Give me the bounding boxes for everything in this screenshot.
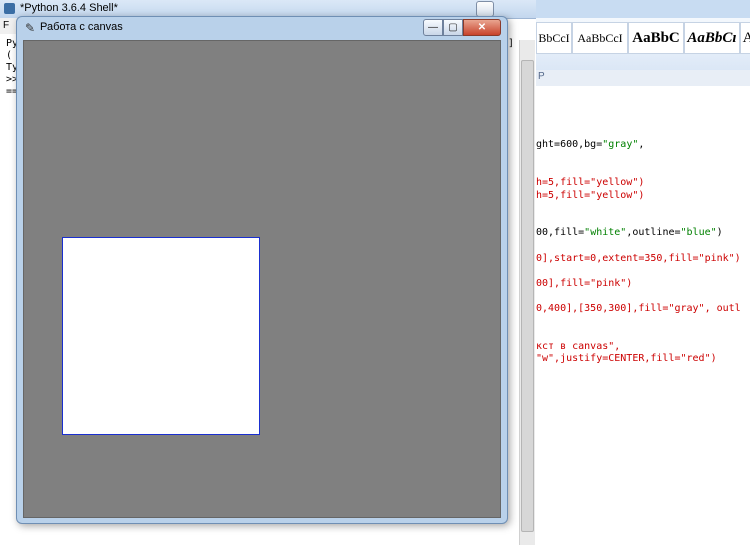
code-line: 0],start=0,extent=350,fill="pink") xyxy=(536,253,741,265)
code-line: 00],fill="pink") xyxy=(536,278,632,290)
shell-menu-initial: F xyxy=(3,20,10,31)
maximize-icon: ▢ xyxy=(448,22,458,33)
shell-maximize-button[interactable] xyxy=(476,1,494,17)
code-line: 0,400],[350,300],fill="gray", outl xyxy=(536,303,741,315)
style-item-label: A xyxy=(743,30,750,47)
style-item-label: BbCcI xyxy=(538,30,570,45)
code-token: "gray" xyxy=(602,139,639,150)
document-page[interactable] xyxy=(536,86,750,548)
style-item-1[interactable]: BbCcI xyxy=(536,22,572,54)
canvas-window-title: Работа с canvas xyxy=(40,21,123,33)
code-line: h=5,fill="yellow") xyxy=(536,190,644,202)
style-item-3[interactable]: AaBbC xyxy=(628,22,684,54)
canvas-window-title-bar[interactable]: ✎ Работа с canvas — ▢ ✕ xyxy=(17,17,507,39)
python-icon xyxy=(4,3,15,14)
shell-bracket: ] xyxy=(508,38,515,49)
ruler: P xyxy=(536,70,750,87)
style-item-label: AaBbCı xyxy=(687,29,737,46)
code-token: 0],start=0,extent=350,fill="pink") xyxy=(536,253,741,264)
code-line: h=5,fill="yellow") xyxy=(536,177,644,189)
code-token: кст в canvas", xyxy=(536,341,621,352)
style-item-2[interactable]: AaBbCcI xyxy=(572,22,628,54)
code-token: 00],fill="pink") xyxy=(536,278,633,289)
close-icon: ✕ xyxy=(477,22,487,33)
ruler-mark: P xyxy=(538,71,545,82)
style-item-4[interactable]: AaBbCı xyxy=(684,22,740,54)
code-token: ,outline= xyxy=(626,227,681,238)
canvas[interactable] xyxy=(23,40,501,518)
code-token: ) xyxy=(716,227,723,238)
code-line: ght=600,bg="gray", xyxy=(536,139,644,151)
code-token: "blue" xyxy=(680,227,717,238)
code-token: h=5,fill="yellow") xyxy=(536,190,645,201)
style-item-label: AaBbC xyxy=(632,29,680,46)
code-token: h=5,fill="yellow") xyxy=(536,177,645,188)
minimize-icon: — xyxy=(428,22,438,33)
maximize-button[interactable]: ▢ xyxy=(443,19,463,36)
code-token: , xyxy=(638,139,645,150)
shell-scroll-thumb[interactable] xyxy=(521,60,534,532)
feather-icon: ✎ xyxy=(25,21,36,35)
code-token: 0,400],[350,300],fill="gray", outl xyxy=(536,303,741,314)
style-item-label: AaBbCcI xyxy=(577,30,623,45)
code-line: 00,fill="white",outline="blue") xyxy=(536,227,723,239)
white-rectangle xyxy=(62,237,260,435)
code-token: ght=600,bg= xyxy=(536,139,603,150)
code-token: "w",justify=CENTER,fill="red") xyxy=(536,353,717,364)
code-token: 00,fill= xyxy=(536,227,585,238)
close-button[interactable]: ✕ xyxy=(463,19,501,36)
shell-title: *Python 3.6.4 Shell* xyxy=(20,2,118,14)
code-line: "w",justify=CENTER,fill="red") xyxy=(536,353,717,365)
style-item-5[interactable]: A xyxy=(740,22,750,54)
code-line: кст в canvas", xyxy=(536,341,620,353)
canvas-window: ✎ Работа с canvas — ▢ ✕ xyxy=(16,16,508,524)
minimize-button[interactable]: — xyxy=(423,19,443,36)
code-token: "white" xyxy=(584,227,627,238)
